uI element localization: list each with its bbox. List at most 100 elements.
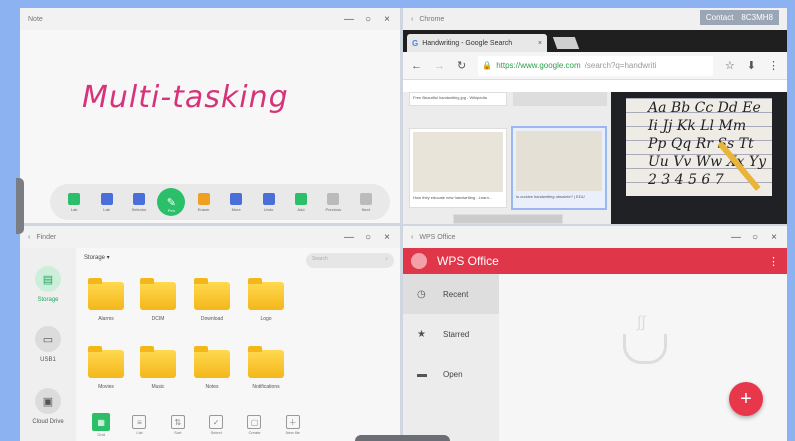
wps-menu-starred[interactable]: ★ Starred	[403, 314, 499, 354]
note-tool-more[interactable]: More	[222, 192, 250, 212]
layers-icon	[100, 192, 113, 205]
new-file-icon: ＋	[285, 415, 300, 429]
list-icon: ≡	[132, 415, 147, 429]
finder-tool-select[interactable]: ✓ Select	[202, 415, 230, 435]
tab-strip: G Handwriting - Google Search ×	[403, 30, 787, 52]
folder-item[interactable]: Alarms	[86, 278, 126, 322]
add-document-button[interactable]: +	[729, 382, 763, 416]
note-window: Note — ○ × Multi-tasking Lab Lab Selector ✎…	[20, 8, 400, 223]
result-card[interactable]	[513, 92, 607, 106]
wps-sidebar: ◷ Recent ★ Starred ▬ Open	[403, 274, 499, 441]
tool-label: Pen	[167, 208, 175, 213]
sidebar-item-usb1[interactable]: ▭ USB1	[20, 326, 76, 363]
sidebar-item-label: USB1	[40, 357, 56, 363]
preview-line: Ii Jj Kk Ll Mm	[648, 118, 747, 134]
note-tool-pen[interactable]: ✎ Pen	[157, 188, 186, 216]
finder-tool-new-file[interactable]: ＋ New file	[279, 415, 307, 435]
address-bar[interactable]: 🔒 https://www.google.com /search?q=handw…	[478, 55, 713, 76]
folder-icon	[194, 278, 230, 310]
folder-item[interactable]: DCIM	[138, 278, 178, 322]
result-card-selected[interactable]: Is cursive handwriting obsolete? | EDU	[511, 126, 607, 210]
dock-handle[interactable]	[355, 435, 450, 441]
close-icon[interactable]: ×	[382, 232, 392, 243]
storage-icon: ▤	[35, 266, 61, 292]
folder-label: Logo	[260, 316, 272, 322]
sidebar-item-storage[interactable]: ▤ Storage	[20, 266, 76, 303]
tab-title: Handwriting - Google Search	[422, 39, 513, 47]
folder-icon	[248, 278, 284, 310]
breadcrumb[interactable]: Storage ▾	[84, 254, 110, 261]
reload-icon[interactable]: ↻	[457, 59, 466, 72]
forward-arrow-icon[interactable]: →	[434, 60, 445, 72]
back-icon[interactable]: ‹	[28, 234, 30, 241]
search-input[interactable]: Search ⌕	[306, 253, 394, 268]
result-card[interactable]	[453, 214, 563, 224]
wps-menu-recent[interactable]: ◷ Recent	[403, 274, 499, 314]
side-panel-handle[interactable]	[16, 178, 24, 234]
finder-tool-create[interactable]: ▢ Create	[240, 415, 268, 435]
star-icon[interactable]: ☆	[725, 59, 735, 72]
result-card[interactable]: How they educate new handwriting - Learn…	[409, 128, 507, 208]
note-tool-lab[interactable]: Lab	[93, 192, 121, 212]
result-caption: Is cursive handwriting obsolete? | EDU	[516, 194, 585, 199]
maximize-icon[interactable]: ○	[363, 232, 373, 243]
folder-item[interactable]: Logo	[246, 278, 286, 322]
maximize-icon[interactable]: ○	[750, 232, 760, 243]
note-tool-undo[interactable]: Undo	[255, 192, 283, 212]
tool-label: Next	[361, 206, 370, 212]
minimize-icon[interactable]: —	[731, 232, 741, 243]
more-icon	[230, 192, 243, 205]
note-tool-add[interactable]: Add	[287, 192, 315, 212]
note-tool-lab[interactable]: Lab	[60, 192, 88, 212]
tool-label: Add	[297, 206, 305, 212]
minimize-icon[interactable]: —	[344, 232, 354, 243]
tool-label: List	[136, 430, 143, 435]
minimize-icon[interactable]: —	[344, 14, 354, 25]
note-tool-eraser[interactable]: Eraser	[190, 192, 218, 212]
add-page-icon	[294, 192, 307, 205]
finder-tool-list[interactable]: ≡ List	[125, 415, 153, 435]
folder-icon	[88, 346, 124, 378]
maximize-icon[interactable]: ○	[363, 14, 373, 25]
back-arrow-icon[interactable]: ←	[411, 60, 422, 72]
tool-label: Undo	[263, 206, 274, 212]
folder-item[interactable]: Movies	[86, 346, 126, 390]
preview-line: Pp Qq Rr Ss Tt	[648, 136, 754, 152]
result-card[interactable]: Free Beautiful handwriting jpg - Wikiped…	[409, 92, 507, 106]
tool-label: Lab	[103, 206, 110, 212]
tool-label: Selector	[131, 206, 147, 212]
back-icon[interactable]: ‹	[411, 16, 413, 23]
close-icon[interactable]: ×	[769, 232, 779, 243]
star-icon: ★	[417, 328, 426, 340]
wps-menu-open[interactable]: ▬ Open	[403, 354, 499, 394]
overflow-menu-icon[interactable]: ⋮	[768, 255, 779, 268]
folder-item[interactable]: Notifications	[246, 346, 286, 390]
folder-item[interactable]: Download	[192, 278, 232, 322]
wps-titlebar: ‹ WPS Office — ○ ×	[403, 226, 787, 248]
note-tool-next[interactable]: Next	[352, 192, 380, 212]
close-icon[interactable]: ×	[382, 14, 392, 25]
lock-icon: 🔒	[482, 61, 493, 70]
contact-badge[interactable]: Contact 8C3MH8	[699, 10, 779, 25]
search-placeholder: Search	[312, 256, 328, 262]
folder-item[interactable]: Notes	[192, 346, 232, 390]
finder-tool-grid[interactable]: ▦ Grid	[87, 413, 115, 437]
finder-tool-sort[interactable]: ⇅ Sort	[164, 415, 192, 435]
finder-sidebar: ▤ Storage ▭ USB1 ▣ Cloud Drive	[20, 248, 76, 441]
avatar[interactable]	[411, 253, 427, 269]
menu-icon[interactable]: ⋮	[768, 59, 779, 72]
tab-close-icon[interactable]: ×	[538, 40, 542, 47]
flask-icon	[68, 192, 81, 205]
finder-window: ‹ Finder — ○ × ▤ Storage ▭ USB1 ▣ Cloud …	[20, 226, 400, 441]
new-tab-button[interactable]	[552, 37, 580, 49]
note-tool-previous[interactable]: Previous	[319, 192, 347, 212]
note-tool-selector[interactable]: Selector	[125, 192, 153, 212]
folder-item[interactable]: Music	[138, 346, 178, 390]
back-icon[interactable]: ‹	[411, 234, 413, 241]
download-icon[interactable]: ⬇	[747, 59, 756, 72]
preview-image[interactable]: Aa Bb Cc Dd Ee Ii Jj Kk Ll Mm Pp Qq Rr S…	[626, 98, 772, 196]
tool-label: Select	[210, 430, 222, 435]
finder-toolbar: ▦ Grid ≡ List ⇅ Sort ✓ Select ▢ Create ＋ New file	[82, 412, 312, 438]
sidebar-item-cloud-drive[interactable]: ▣ Cloud Drive	[20, 388, 76, 425]
browser-tab[interactable]: G Handwriting - Google Search ×	[407, 34, 547, 52]
